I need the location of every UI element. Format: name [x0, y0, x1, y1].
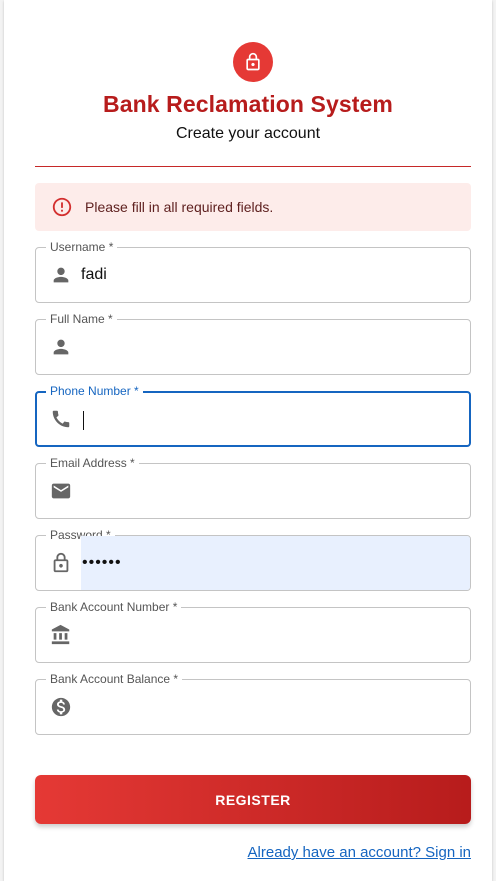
email-field[interactable]: Email Address *	[35, 456, 471, 519]
username-field[interactable]: Username * fadi	[35, 240, 471, 303]
register-button[interactable]: REGISTER	[35, 775, 471, 824]
password-input[interactable]: ••••••	[81, 536, 470, 590]
lock-logo-icon	[233, 42, 273, 82]
phone-number-input[interactable]	[82, 393, 469, 447]
page-title: Bank Reclamation System	[103, 91, 393, 117]
register-card: Bank Reclamation System Create your acco…	[4, 0, 492, 881]
person-icon	[50, 264, 72, 286]
bank-icon	[50, 624, 72, 646]
text-caret	[83, 410, 84, 430]
divider	[35, 166, 471, 167]
full-name-field[interactable]: Full Name *	[35, 312, 471, 375]
bank-account-balance-field[interactable]: Bank Account Balance *	[35, 672, 471, 735]
sign-in-link[interactable]: Already have an account? Sign in	[248, 844, 471, 861]
dollar-icon	[50, 696, 72, 718]
page-subtitle: Create your account	[175, 125, 321, 142]
error-alert: Please fill in all required fields.	[35, 183, 471, 231]
bank-account-number-input[interactable]	[81, 608, 470, 662]
full-name-input[interactable]	[81, 320, 470, 374]
email-icon	[50, 480, 72, 502]
username-input[interactable]: fadi	[81, 248, 470, 302]
password-field[interactable]: Password * ••••••	[35, 528, 471, 591]
lock-icon	[50, 552, 72, 574]
phone-icon	[50, 408, 72, 430]
alert-message: Please fill in all required fields.	[85, 199, 274, 215]
bank-account-balance-input[interactable]	[81, 680, 470, 734]
password-dots: ••••••	[82, 554, 122, 571]
error-outline-icon	[51, 196, 73, 218]
email-input[interactable]	[81, 464, 470, 518]
bank-account-number-field[interactable]: Bank Account Number *	[35, 600, 471, 663]
phone-number-field[interactable]: Phone Number *	[35, 384, 471, 447]
person-icon	[50, 336, 72, 358]
